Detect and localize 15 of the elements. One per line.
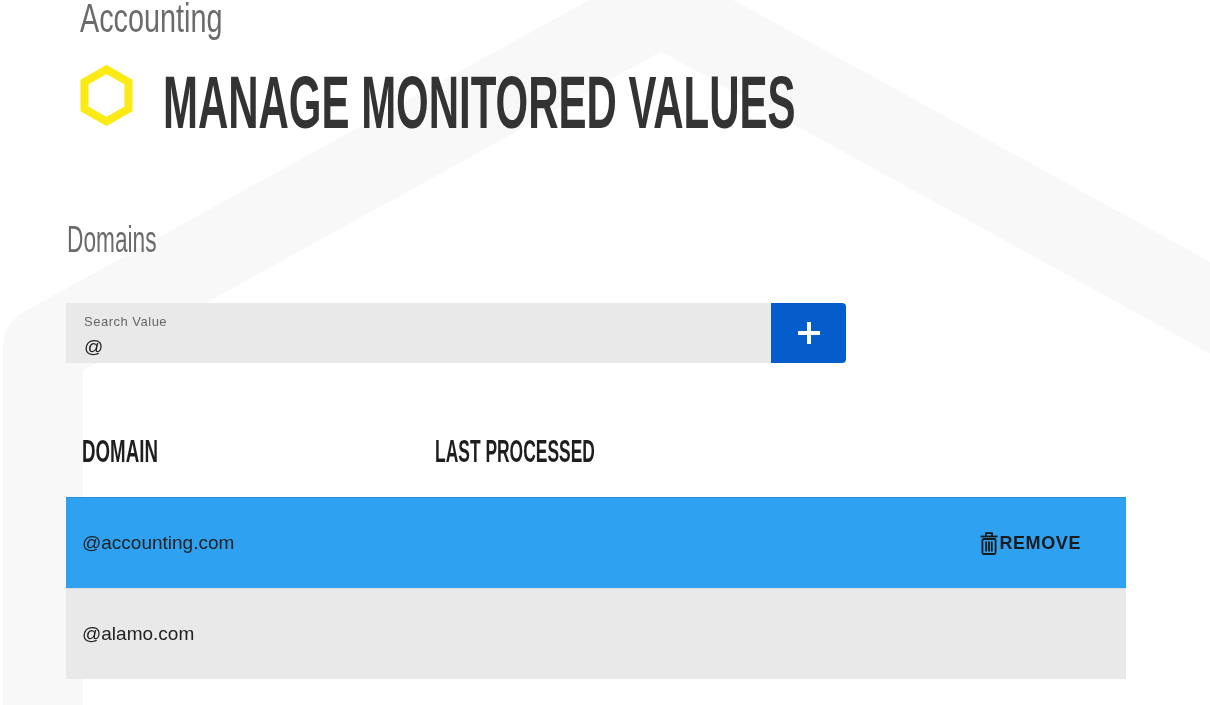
page-title: MANAGE MONITORED VALUES [163,66,796,140]
field-label: Search Value [84,314,168,330]
add-button[interactable] [771,303,846,363]
app-subtitle: Accounting [80,0,223,38]
section-title: Domains [67,222,157,258]
plus-icon [797,322,820,344]
remove-button[interactable]: REMOVE [980,531,1081,555]
table-row[interactable]: @accounting.com REMOVE [66,497,1126,588]
column-header: DOMAIN [82,435,158,467]
column-header: LAST PROCESSED [435,435,595,467]
domain-cell: @alamo.com [82,623,195,645]
trash-icon [980,531,999,555]
table-row[interactable]: @alamo.com [66,588,1126,679]
hexagon-icon [80,65,133,126]
domain-cell: @accounting.com [82,532,235,554]
